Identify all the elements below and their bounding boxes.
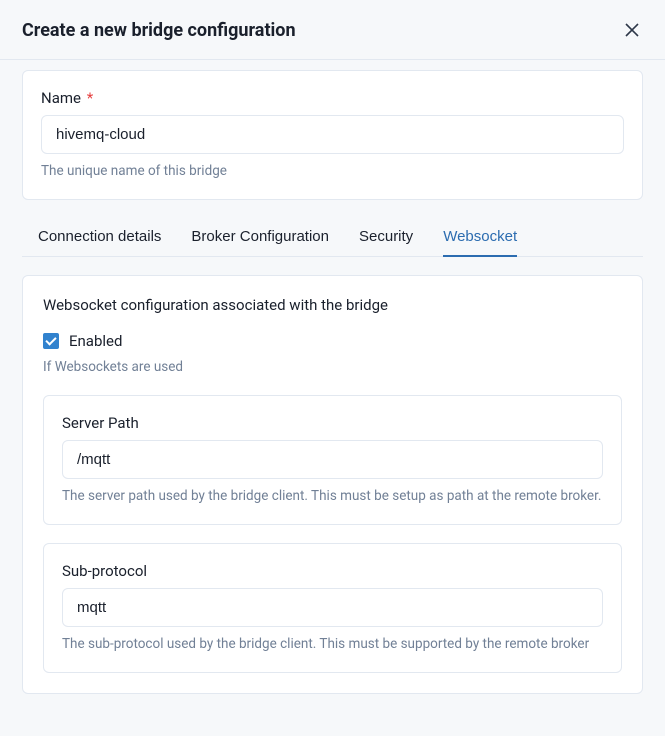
name-card: Name * The unique name of this bridge <box>22 70 643 200</box>
tabs: Connection details Broker Configuration … <box>22 218 643 257</box>
tab-websocket[interactable]: Websocket <box>443 218 517 257</box>
tab-broker-configuration[interactable]: Broker Configuration <box>191 218 329 257</box>
close-icon <box>625 23 639 37</box>
websocket-panel: Websocket configuration associated with … <box>22 275 643 694</box>
required-marker: * <box>87 89 93 107</box>
enabled-checkbox[interactable] <box>43 333 59 349</box>
tab-connection-details[interactable]: Connection details <box>38 218 161 257</box>
dialog-content: Name * The unique name of this bridge Co… <box>0 60 665 716</box>
dialog-title: Create a new bridge configuration <box>22 20 296 41</box>
dialog: Create a new bridge configuration Name *… <box>0 0 665 716</box>
sub-protocol-label: Sub-protocol <box>62 562 147 580</box>
enabled-row: Enabled <box>43 332 622 350</box>
server-path-card: Server Path The server path used by the … <box>43 395 622 525</box>
tab-security[interactable]: Security <box>359 218 413 257</box>
enabled-helper: If Websockets are used <box>43 358 622 377</box>
server-path-label: Server Path <box>62 414 139 432</box>
name-helper: The unique name of this bridge <box>41 162 624 181</box>
name-label: Name * <box>41 89 93 107</box>
close-button[interactable] <box>621 19 643 41</box>
dialog-header: Create a new bridge configuration <box>0 1 665 60</box>
enabled-label: Enabled <box>69 332 122 350</box>
server-path-input[interactable] <box>62 440 603 479</box>
server-path-helper: The server path used by the bridge clien… <box>62 487 603 506</box>
sub-protocol-input[interactable] <box>62 588 603 627</box>
sub-protocol-card: Sub-protocol The sub-protocol used by th… <box>43 543 622 673</box>
name-input[interactable] <box>41 115 624 154</box>
websocket-panel-title: Websocket configuration associated with … <box>43 296 622 314</box>
sub-protocol-helper: The sub-protocol used by the bridge clie… <box>62 635 603 654</box>
name-label-text: Name <box>41 89 81 107</box>
